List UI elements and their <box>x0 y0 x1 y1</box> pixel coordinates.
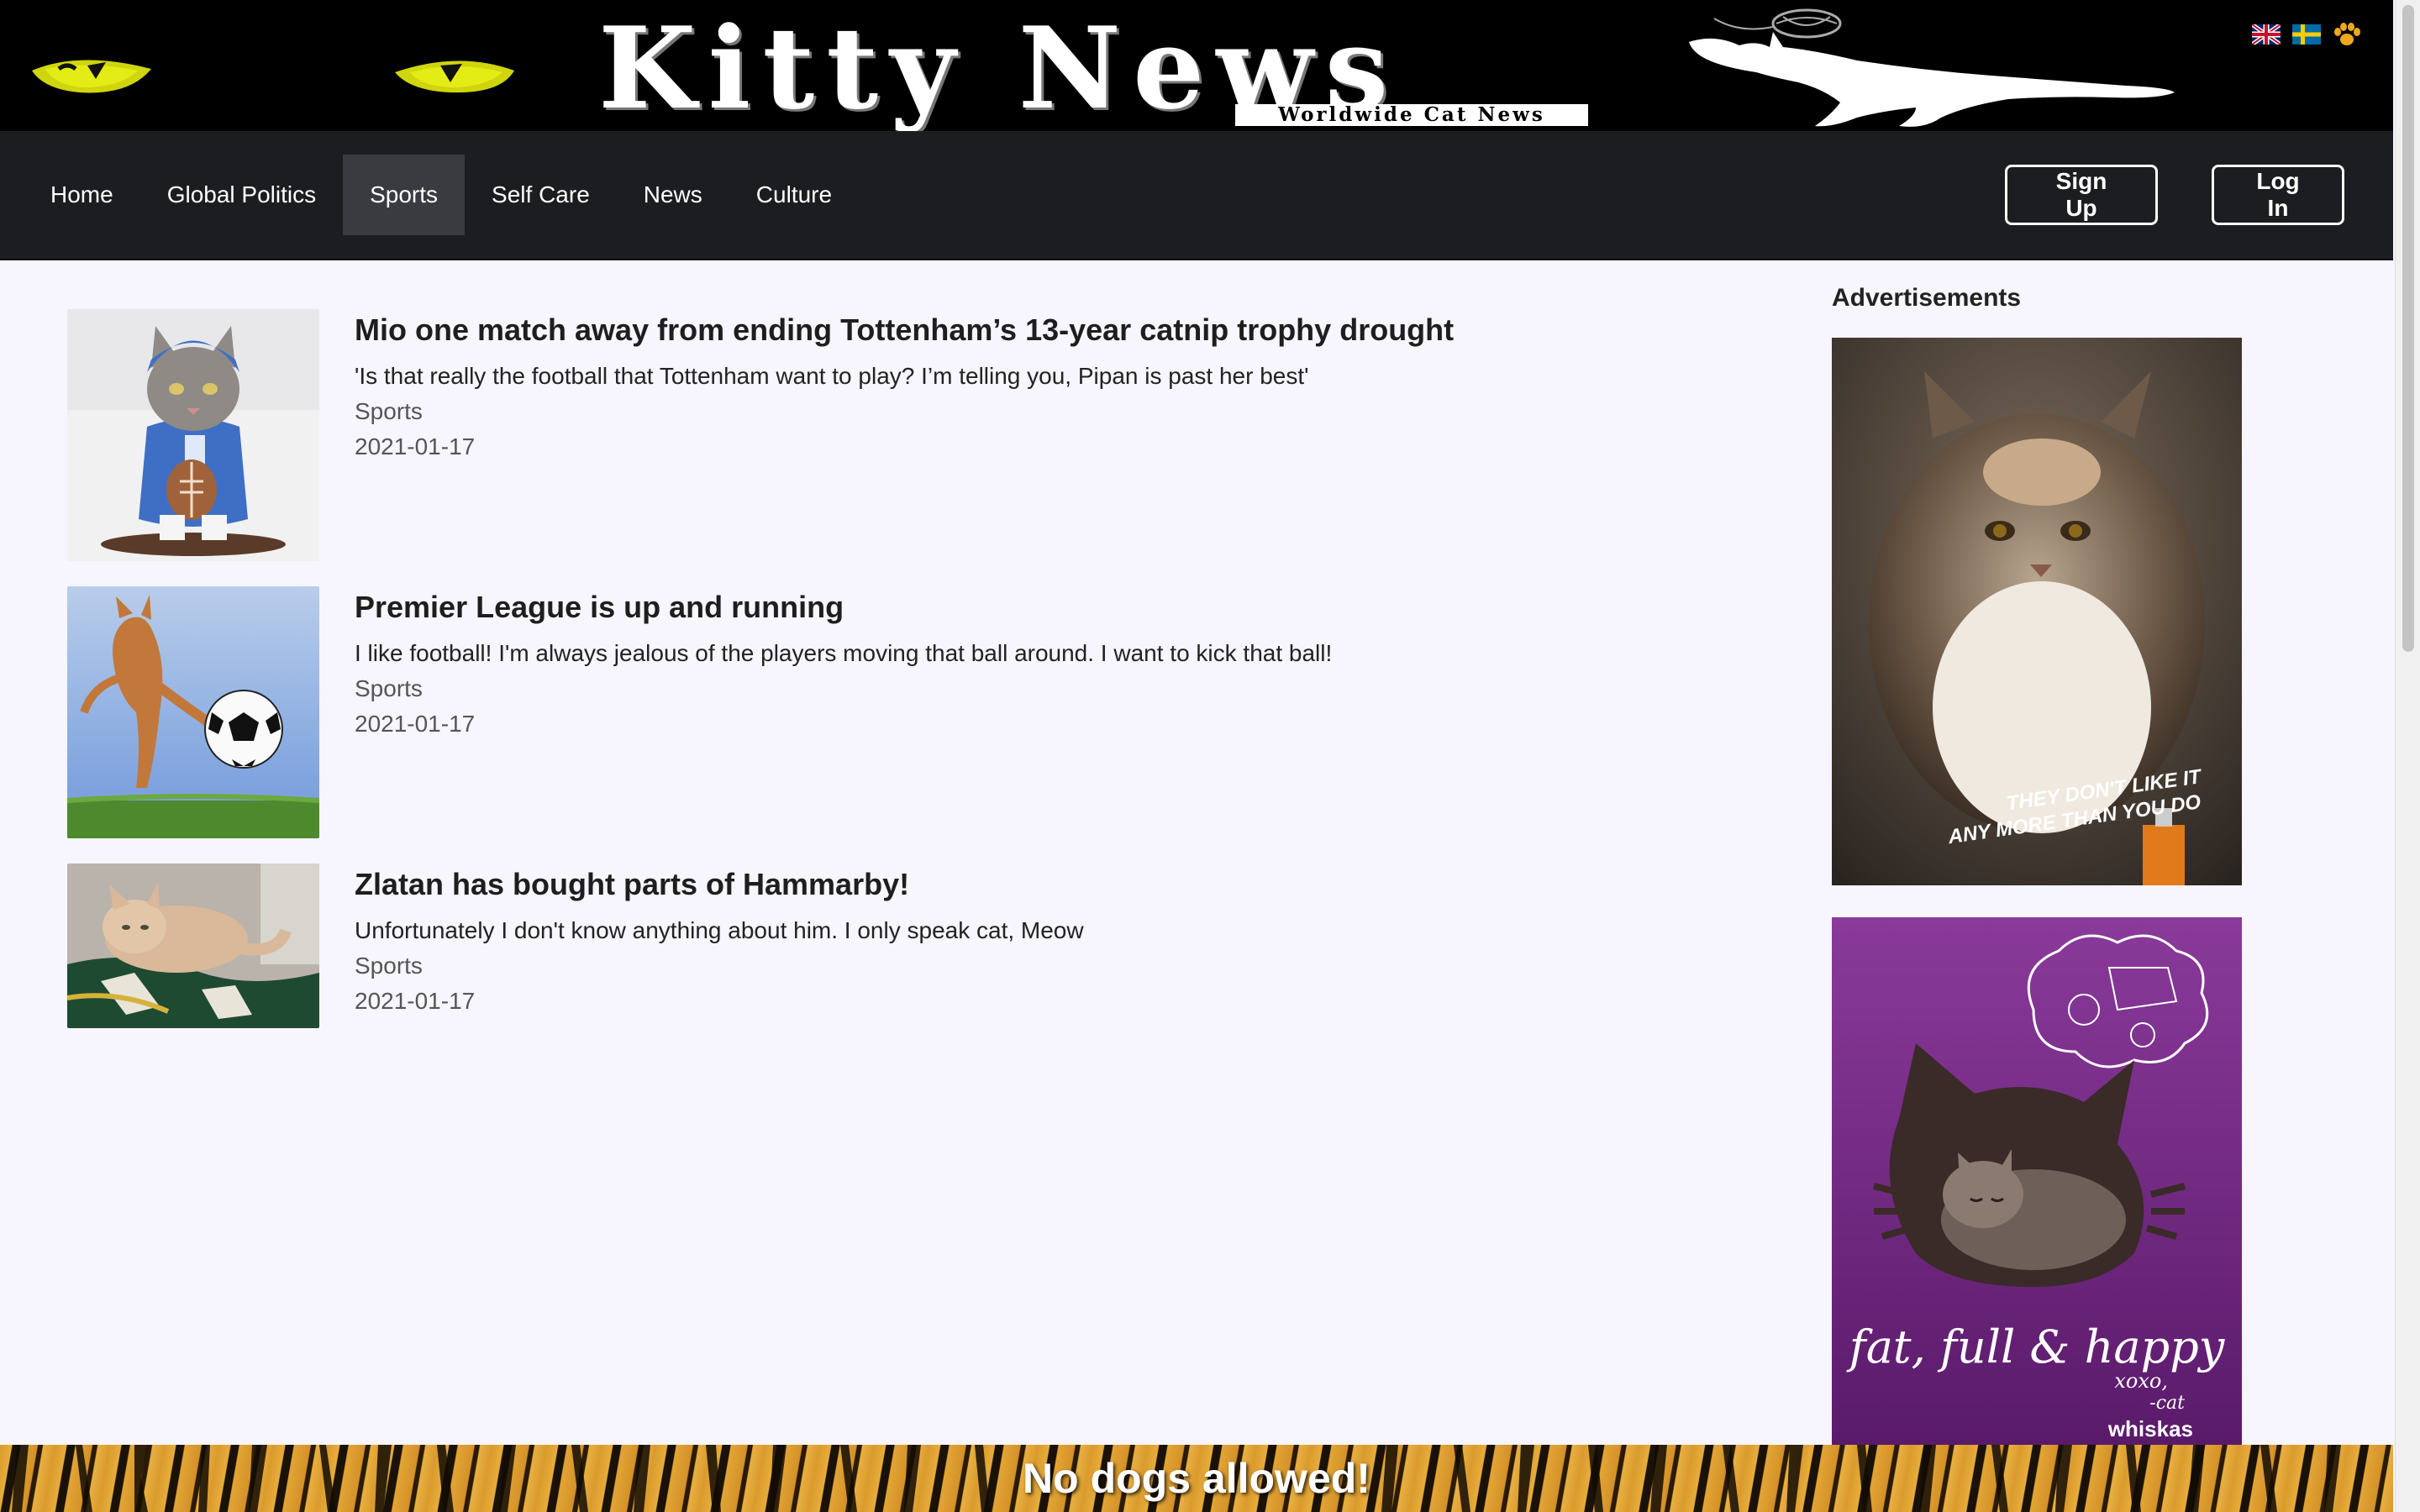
nav-item-sports[interactable]: Sports <box>343 155 466 235</box>
leaping-cat-silhouette <box>1689 8 2175 127</box>
site-subtitle: Worldwide Cat News <box>1235 104 1588 126</box>
main-navbar: Home Global Politics Sports Self Care Ne… <box>0 131 2393 260</box>
cat-eye-right-icon <box>395 60 514 93</box>
article-item[interactable]: Premier League is up and running I like … <box>67 586 1765 838</box>
article-list: Mio one match away from ending Tottenham… <box>67 309 1765 1053</box>
site-banner: Kitty News Worldwide Cat News <box>0 0 2393 131</box>
sweden-flag-icon[interactable] <box>2292 24 2321 45</box>
article-date: 2021-01-17 <box>355 433 476 459</box>
article-thumbnail-cat-on-scarf[interactable] <box>67 864 319 1028</box>
nav-item-self-care[interactable]: Self Care <box>465 155 617 235</box>
language-switcher <box>2252 22 2361 47</box>
advertisements-heading: Advertisements <box>1832 284 2022 312</box>
svg-text:fat, full & happy: fat, full & happy <box>1846 1320 2226 1373</box>
advertisement-sidebar: Advertisements THEY DON'T LIKE IT ANY MO… <box>1832 281 2242 1446</box>
footer-slogan: No dogs allowed! <box>1023 1455 1370 1502</box>
article-item[interactable]: Mio one match away from ending Tottenham… <box>67 309 1765 561</box>
article-body: Premier League is up and running I like … <box>355 586 1332 838</box>
nav-item-home[interactable]: Home <box>24 155 140 235</box>
page-scrollbar[interactable] <box>2395 0 2420 1512</box>
auth-buttons: Sign Up Log In <box>2005 165 2344 225</box>
nav-item-culture[interactable]: Culture <box>729 155 859 235</box>
article-title[interactable]: Premier League is up and running <box>355 590 1332 625</box>
article-date: 2021-01-17 <box>355 988 476 1014</box>
article-summary: Unfortunately I don't know anything abou… <box>355 917 1084 943</box>
article-body: Zlatan has bought parts of Hammarby! Unf… <box>355 864 1084 1028</box>
nav-item-global-politics[interactable]: Global Politics <box>140 155 343 235</box>
svg-text:xoxo,: xoxo, <box>2114 1369 2168 1393</box>
article-category: Sports <box>355 675 423 701</box>
article-category: Sports <box>355 953 423 979</box>
nav-menu: Home Global Politics Sports Self Care Ne… <box>24 155 859 235</box>
svg-text:-cat: -cat <box>2149 1393 2185 1414</box>
article-category: Sports <box>355 398 423 424</box>
article-title[interactable]: Mio one match away from ending Tottenham… <box>355 312 1454 348</box>
cat-eye-left-icon <box>32 60 151 93</box>
ad-persian-cat-hair-loss[interactable]: THEY DON'T LIKE IT ANY MORE THAN YOU DO <box>1832 338 2242 885</box>
article-item[interactable]: Zlatan has bought parts of Hammarby! Unf… <box>67 864 1765 1028</box>
article-body: Mio one match away from ending Tottenham… <box>355 309 1454 561</box>
article-summary: I like football! I'm always jealous of t… <box>355 640 1333 666</box>
sign-up-button[interactable]: Sign Up <box>2005 165 2158 225</box>
paw-icon[interactable] <box>2333 22 2361 47</box>
article-date: 2021-01-17 <box>355 711 476 737</box>
scrollbar-thumb[interactable] <box>2402 5 2414 652</box>
tiger-stripe-footer: No dogs allowed! <box>0 1445 2393 1512</box>
article-thumbnail-cat-kicking-ball[interactable] <box>67 586 319 838</box>
ad-whiskas-fat-full-happy[interactable]: fat, full & happy xoxo, -cat whiskas <box>1832 917 2242 1446</box>
uk-flag-icon[interactable] <box>2252 24 2281 45</box>
svg-text:whiskas: whiskas <box>2107 1416 2193 1441</box>
log-in-button[interactable]: Log In <box>2212 165 2344 225</box>
article-thumbnail-cat-in-jersey[interactable] <box>67 309 319 561</box>
article-summary: 'Is that really the football that Totten… <box>355 363 1309 389</box>
nav-item-news[interactable]: News <box>617 155 729 235</box>
article-title[interactable]: Zlatan has bought parts of Hammarby! <box>355 867 1084 902</box>
